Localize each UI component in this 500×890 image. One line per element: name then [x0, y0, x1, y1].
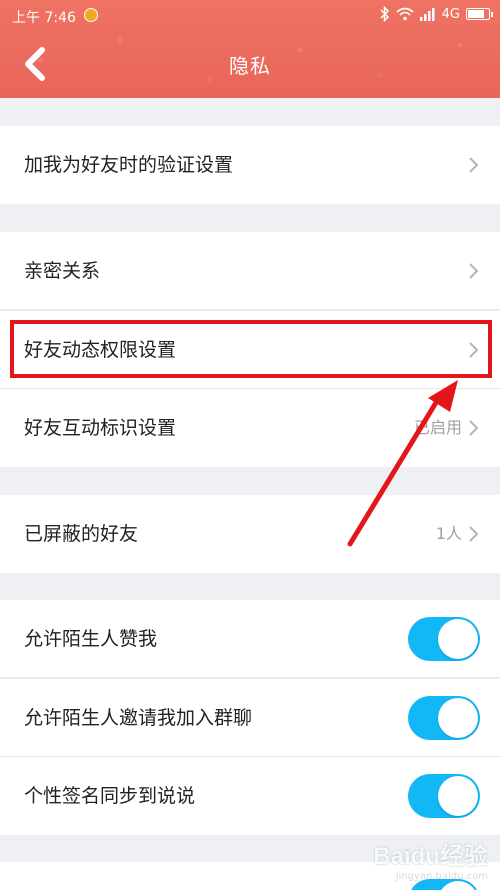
- network-type: 4G: [441, 6, 460, 22]
- list-item-label: 已屏蔽的好友: [24, 523, 139, 545]
- status-bar: 上午 7:46 4G: [0, 0, 500, 32]
- toggle-knob: [438, 619, 478, 659]
- chevron-right-icon: [469, 420, 479, 436]
- signal-icon: [419, 8, 435, 21]
- bluetooth-icon: [380, 6, 389, 22]
- header: 上午 7:46 4G 隐私: [0, 0, 500, 98]
- watermark-url: jingyan.baidu.com: [395, 871, 488, 882]
- wifi-icon: [396, 7, 414, 21]
- status-icons: 4G: [380, 6, 493, 22]
- list-item-interaction-mark[interactable]: 好友互动标识设置 已启用: [0, 389, 500, 467]
- highlight-box: [10, 320, 492, 378]
- status-time: 上午 7:46: [12, 10, 76, 26]
- notification-badge-icon: [84, 8, 98, 22]
- allow-group-invite-toggle[interactable]: [408, 696, 480, 740]
- chevron-right-icon: [469, 263, 479, 279]
- list-item-allow-like: 允许陌生人赞我: [0, 600, 500, 678]
- privacy-screen: 上午 7:46 4G 隐私 加我为好友时的验证设置 亲密关系 好友动态权限设置 …: [0, 0, 500, 890]
- toggle-knob: [438, 776, 478, 816]
- list-item-label: 个性签名同步到说说: [24, 785, 196, 807]
- watermark: Baidu经验 jingyan.baidu.com: [373, 836, 488, 882]
- list-item-signature-sync: 个性签名同步到说说: [0, 757, 500, 835]
- toggle-knob: [438, 698, 478, 738]
- list-item-intimate-relation[interactable]: 亲密关系: [0, 232, 500, 310]
- toggle-knob: [438, 881, 478, 890]
- list-item-allow-group-invite: 允许陌生人邀请我加入群聊: [0, 679, 500, 757]
- chevron-right-icon: [469, 157, 479, 173]
- watermark-logo: Baidu经验: [373, 843, 488, 870]
- page-title: 隐私: [229, 54, 271, 78]
- list-item-blocked-friends[interactable]: 已屏蔽的好友 1人: [0, 495, 500, 573]
- allow-like-toggle[interactable]: [408, 617, 480, 661]
- list-item-label: 加我为好友时的验证设置: [24, 154, 234, 176]
- chevron-right-icon: [469, 526, 479, 542]
- list-item-label: 亲密关系: [24, 260, 101, 282]
- list-item-verify-settings[interactable]: 加我为好友时的验证设置: [0, 126, 500, 204]
- blocked-count: 1人: [435, 524, 462, 543]
- list-item-label: 好友互动标识设置: [24, 417, 177, 439]
- list-item-label: 允许陌生人赞我: [24, 628, 158, 650]
- status-value: 已启用: [413, 418, 462, 437]
- battery-icon: [466, 8, 493, 20]
- signature-sync-toggle[interactable]: [408, 774, 480, 818]
- list-item-label: 允许陌生人邀请我加入群聊: [24, 707, 253, 729]
